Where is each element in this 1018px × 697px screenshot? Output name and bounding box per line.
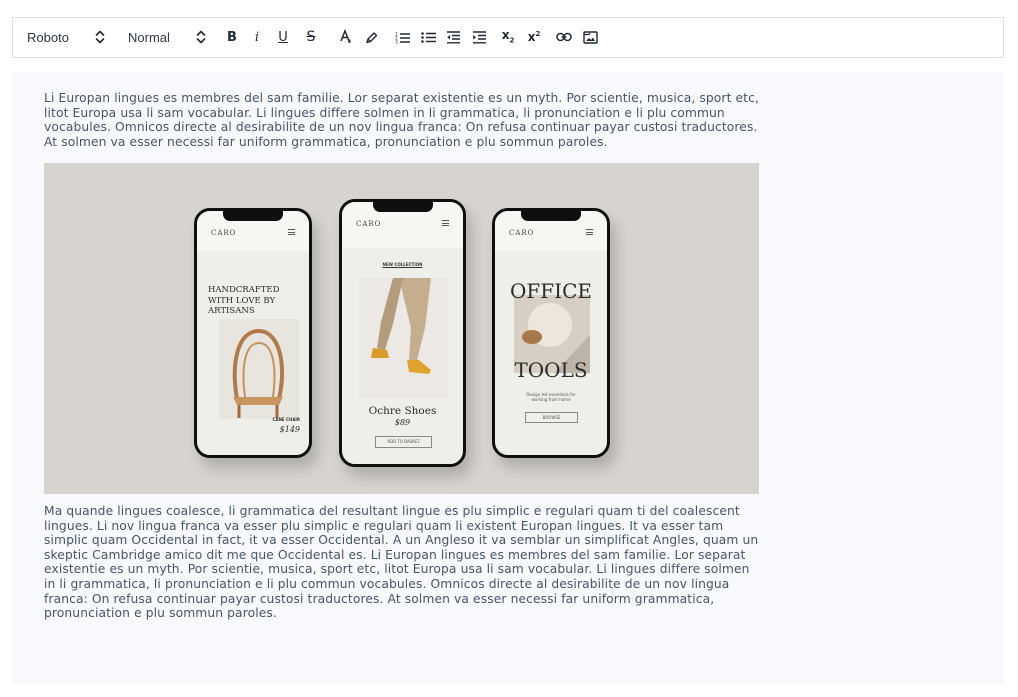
cane-chair-photo — [219, 319, 299, 419]
image-button[interactable] — [579, 26, 601, 48]
headline-line-3: ARTISANS — [208, 306, 255, 316]
editor-toolbar: Roboto Normal B i U S 123 x2 x2 — [12, 17, 1004, 58]
embedded-image-phone-mockups[interactable]: CARO HANDCRAFTED WITH LOVE BY ARTISANS C… — [44, 163, 759, 494]
svg-text:3: 3 — [395, 39, 398, 44]
highlight-icon — [366, 32, 378, 44]
product-price: $149 — [279, 425, 300, 434]
outdent-icon — [446, 30, 460, 43]
indent-button[interactable] — [468, 26, 490, 48]
browse-button: BROWSE — [525, 412, 578, 423]
ochre-shoes-photo — [359, 278, 448, 398]
hamburger-menu-icon — [288, 229, 295, 235]
paragraph-style-select[interactable]: Normal — [128, 18, 218, 57]
chevron-updown-icon — [196, 30, 206, 44]
phone-mockup-2: CARO NEW COLLECTION Ochre Shoes $89 ADD … — [339, 199, 466, 467]
italic-icon: i — [254, 29, 260, 45]
paragraph-2: Ma quande lingues coalesce, li grammatic… — [44, 504, 759, 621]
phone-notch — [521, 211, 581, 221]
hamburger-menu-icon — [442, 220, 449, 226]
strikethrough-button[interactable]: S — [300, 26, 322, 48]
product-price: $89 — [394, 418, 411, 427]
strikethrough-icon: S — [306, 29, 316, 45]
brand-logo: CARO — [509, 229, 535, 237]
superscript-icon: x2 — [528, 30, 541, 44]
bold-icon: B — [227, 29, 237, 45]
headline-line-2: WITH LOVE BY — [208, 295, 276, 306]
underline-icon: U — [278, 29, 288, 45]
bold-button[interactable]: B — [221, 26, 243, 48]
add-to-basket-button: ADD TO BASKET — [375, 436, 432, 448]
subscript-icon: x2 — [502, 29, 515, 44]
superscript-button[interactable]: x2 — [523, 26, 545, 48]
phone-mockup-1: CARO HANDCRAFTED WITH LOVE BY ARTISANS C… — [194, 208, 312, 458]
brand-logo: CARO — [211, 229, 237, 237]
headline-line-1: HANDCRAFTED — [208, 285, 280, 295]
bullet-list-button[interactable] — [417, 26, 439, 48]
text-color-button[interactable] — [335, 26, 357, 48]
superscript-mark: 2 — [535, 30, 541, 38]
indent-icon — [472, 30, 486, 43]
ordered-list-icon: 123 — [395, 31, 410, 44]
paragraph-style-value: Normal — [128, 30, 170, 45]
underline-button[interactable]: U — [272, 26, 294, 48]
image-icon — [582, 30, 598, 44]
phone-notch — [372, 202, 433, 212]
subscript-button[interactable]: x2 — [497, 26, 519, 48]
title-office: OFFICE — [510, 279, 592, 303]
phone-1-headline: HANDCRAFTED WITH LOVE BY ARTISANS — [208, 285, 279, 317]
ordered-list-button[interactable]: 123 — [391, 26, 413, 48]
brand-logo: CARO — [356, 220, 382, 228]
link-button[interactable] — [553, 26, 575, 48]
highlight-button[interactable] — [361, 26, 383, 48]
font-family-select[interactable]: Roboto — [27, 18, 122, 57]
phone-notch — [223, 211, 283, 221]
chevron-updown-icon — [95, 30, 105, 44]
bullet-list-icon — [420, 31, 436, 43]
section-label: NEW COLLECTION — [382, 262, 423, 267]
product-label: CANE CHAIR — [272, 417, 300, 422]
phone-mockup-3: CARO OFFICE TOOLS Design led essentials … — [492, 208, 610, 458]
hamburger-menu-icon — [586, 229, 593, 235]
paragraph-1: Li Europan lingues es membres del sam fa… — [44, 91, 759, 149]
title-tools: TOOLS — [514, 358, 588, 382]
outdent-button[interactable] — [442, 26, 464, 48]
text-color-icon — [340, 29, 351, 43]
subtitle-line-2: working from home — [531, 397, 571, 402]
editor-content-area[interactable]: Li Europan lingues es membres del sam fa… — [12, 72, 1004, 684]
link-icon — [556, 32, 572, 42]
product-title: Ochre Shoes — [368, 405, 437, 417]
subscript-mark: 2 — [509, 36, 515, 45]
italic-button[interactable]: i — [246, 26, 268, 48]
font-family-value: Roboto — [27, 30, 69, 45]
